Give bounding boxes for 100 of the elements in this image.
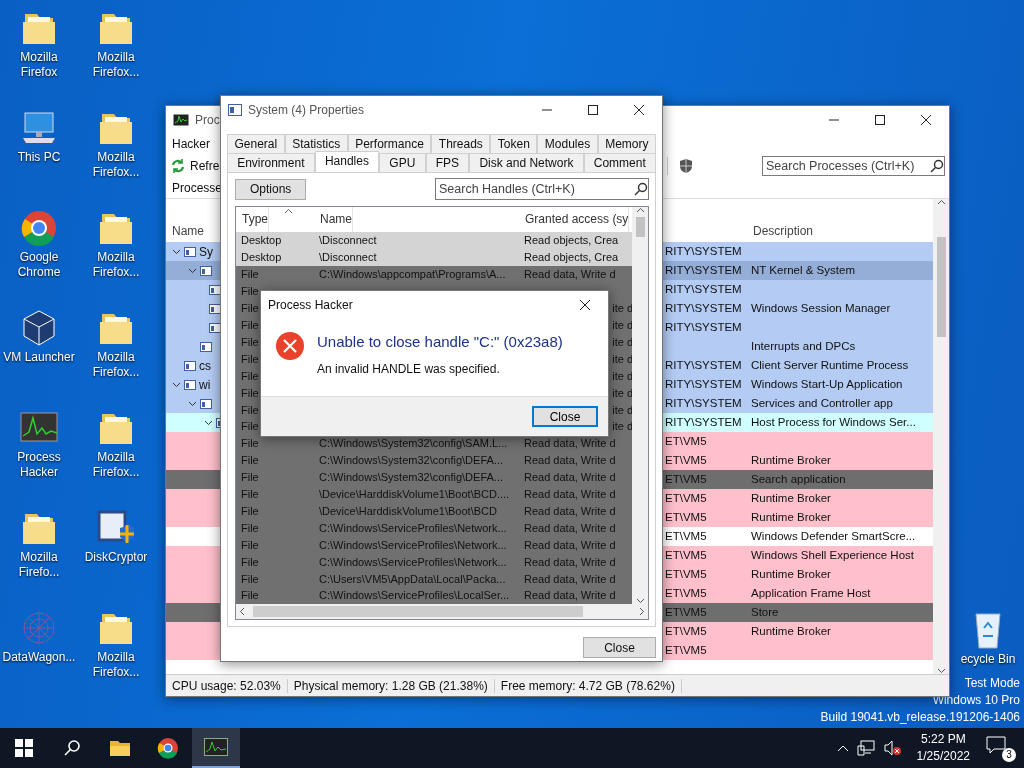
table-cell-text: Read objects, Crea — [523, 251, 619, 264]
table-cell-text: File — [240, 589, 259, 602]
table-cell-text: File — [240, 352, 259, 365]
table-cell-text: ite d — [611, 335, 632, 348]
table-cell-text: Application Frame Host — [750, 586, 871, 601]
table-cell-text: RITY\SYSTEM — [664, 244, 742, 259]
table-cell-text: NT Kernel & System — [750, 263, 855, 278]
table-cell-text: File — [240, 504, 259, 517]
table-cell-text: Read data, Write d — [523, 572, 616, 585]
table-cell-text: \Device\HarddiskVolume1\Boot\BCD.... — [318, 488, 510, 501]
status-text: Physical memory: 1.28 GB (21.38%) — [287, 678, 495, 693]
table-cell-text: RITY\SYSTEM — [664, 320, 742, 335]
table-cell-text: ET\VM5 — [664, 605, 707, 620]
table-cell-text: Runtime Broker — [750, 453, 831, 468]
table-cell-text: File — [240, 572, 259, 585]
table-cell-text: ET\VM5 — [664, 529, 707, 544]
table-cell-text: Desktop — [240, 234, 282, 247]
table-cell-text: Runtime Broker — [750, 491, 831, 506]
table-cell-text: File — [240, 369, 259, 382]
table-cell-text: Windows Defender SmartScre... — [750, 529, 916, 544]
table-cell-text: Read data, Write d — [523, 555, 616, 568]
table-cell-text: File — [240, 437, 259, 450]
table-cell-text: File — [240, 319, 259, 331]
table-cell-text: RITY\SYSTEM — [664, 377, 742, 392]
table-cell-text: ite d — [611, 352, 632, 365]
watermark-text: Build 19041.vb_release.191206-1406 — [820, 709, 1020, 726]
table-cell-text: Host Process for Windows Ser... — [750, 415, 916, 430]
table-cell-text: File — [240, 335, 259, 348]
table-cell-text: Read data, Write d — [523, 268, 616, 281]
error-message: An invalid HANDLE was specified. — [317, 362, 501, 376]
table-cell-text: File — [240, 386, 259, 399]
table-cell-text: File — [240, 302, 259, 315]
table-cell-text: Interrupts and DPCs — [750, 339, 856, 354]
table-cell-text: Read data, Write d — [523, 437, 616, 450]
table-cell-text: ite d — [611, 302, 632, 315]
table-cell-text: ET\VM5 — [664, 510, 707, 525]
table-cell-text: ET\VM5 — [664, 586, 707, 601]
table-cell-text: File — [240, 538, 259, 551]
table-cell-text: Services and Controller app — [750, 396, 893, 411]
table-cell-text: ET\VM5 — [664, 624, 707, 639]
table-cell-text: ite d — [611, 386, 632, 399]
table-cell-text: C:\Windows\ServiceProfiles\Network... — [318, 521, 507, 534]
table-cell-text: Desktop — [240, 251, 282, 264]
table-cell-text: Windows Shell Experience Host — [750, 548, 914, 563]
dialog-title: Process Hacker — [268, 298, 354, 312]
table-cell-text: ET\VM5 — [664, 472, 707, 487]
table-cell-text: File — [240, 471, 259, 484]
table-cell-text: C:\Windows\ServiceProfiles\LocalSer... — [318, 589, 510, 602]
process-name: cs — [199, 358, 211, 373]
table-cell-text: C:\Windows\ServiceProfiles\Network... — [318, 555, 507, 568]
table-cell-text: File — [240, 403, 259, 416]
process-name: wi — [199, 377, 211, 392]
table-cell-text: \Device\HarddiskVolume1\Boot\BCD — [318, 504, 497, 517]
table-cell-text: File — [240, 420, 259, 433]
table-cell-text: File — [240, 521, 259, 534]
table-cell-text: File — [240, 285, 259, 298]
table-cell-text: ET\VM5 — [664, 434, 707, 449]
watermark-text: Test Mode — [964, 675, 1020, 692]
table-cell-text: Read data, Write d — [523, 538, 616, 551]
table-cell-text: Search application — [750, 472, 846, 487]
table-cell-text: RITY\SYSTEM — [664, 396, 742, 411]
table-cell-text: C:\Windows\System32\config\SAM.L... — [318, 437, 508, 450]
table-cell-text: File — [240, 555, 259, 568]
table-cell-text: Read data, Write d — [523, 471, 616, 484]
table-cell-text: C:\Windows\ServiceProfiles\Network... — [318, 538, 507, 551]
error-heading: Unable to close handle "C:" (0x23a8) — [317, 333, 563, 350]
table-cell-text: File — [240, 268, 259, 281]
table-cell-text: File — [240, 454, 259, 467]
table-cell-text: Read data, Write d — [523, 521, 616, 534]
table-cell-text: Read data, Write d — [523, 454, 616, 467]
table-cell-text: Read data, Write d — [523, 589, 616, 602]
table-cell-text: RITY\SYSTEM — [664, 358, 742, 373]
table-cell-text: Windows Start-Up Application — [750, 377, 903, 392]
table-cell-text: Read data, Write d — [523, 488, 616, 501]
table-cell-text: ET\VM5 — [664, 643, 707, 658]
table-cell-text: C:\Windows\appcompat\Programs\A... — [318, 268, 506, 281]
table-cell-text: ite d — [611, 369, 632, 382]
table-cell-text: \Disconnect — [318, 234, 377, 247]
table-cell-text: RITY\SYSTEM — [664, 282, 742, 297]
table-cell-text: ET\VM5 — [664, 453, 707, 468]
table-cell-text: RITY\SYSTEM — [664, 415, 742, 430]
table-cell-text: ite d — [611, 403, 632, 416]
table-cell-text: Read objects, Crea — [523, 234, 619, 247]
table-cell-text: ET\VM5 — [664, 548, 707, 563]
table-cell-text: ite d — [611, 420, 632, 433]
table-cell-text: RITY\SYSTEM — [664, 263, 742, 278]
table-cell-text: Windows Session Manager — [750, 301, 891, 316]
status-text: Free memory: 4.72 GB (78.62%) — [494, 678, 682, 693]
table-cell-text: ite d — [611, 319, 632, 331]
table-cell-text: File — [240, 488, 259, 501]
table-cell-text: Runtime Broker — [750, 567, 831, 582]
table-cell-text: Store — [750, 605, 779, 620]
table-cell-text: \Disconnect — [318, 251, 377, 264]
table-cell-text: RITY\SYSTEM — [664, 301, 742, 316]
table-cell-text: ET\VM5 — [664, 567, 707, 582]
window-title: System (4) Properties — [248, 103, 366, 117]
table-cell-text: Client Server Runtime Process — [750, 358, 909, 373]
table-cell-text: C:\Users\VM5\AppData\Local\Packa... — [318, 572, 506, 585]
table-cell-text: Runtime Broker — [750, 624, 831, 639]
table-cell-text: C:\Windows\System32\config\DEFA... — [318, 471, 503, 484]
